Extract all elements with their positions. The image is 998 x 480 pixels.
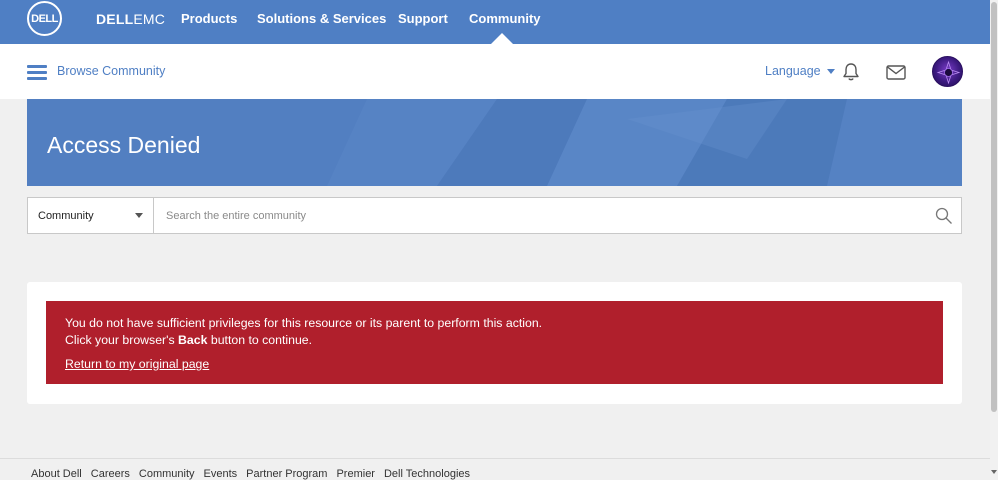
scrollbar-thumb[interactable] bbox=[991, 2, 997, 412]
nav-item-products[interactable]: Products bbox=[181, 11, 237, 26]
footer: About Dell Careers Community Events Part… bbox=[0, 458, 990, 480]
mail-icon[interactable] bbox=[886, 65, 906, 80]
community-subheader: Browse Community Language bbox=[0, 44, 990, 99]
alert-instruction: Click your browser's Back button to cont… bbox=[65, 333, 313, 347]
footer-links: About Dell Careers Community Events Part… bbox=[31, 468, 470, 480]
scroll-down-arrow-icon[interactable] bbox=[991, 470, 997, 474]
active-nav-caret bbox=[491, 33, 513, 44]
back-keyword: Back bbox=[178, 333, 208, 347]
footer-link-dell-technologies[interactable]: Dell Technologies bbox=[384, 468, 470, 480]
footer-link-about-dell[interactable]: About Dell bbox=[31, 468, 82, 480]
page-scrollbar[interactable] bbox=[990, 0, 998, 480]
bell-icon[interactable] bbox=[841, 62, 861, 82]
language-label: Language bbox=[765, 64, 821, 78]
dellemc-brand[interactable]: DELLEMC bbox=[96, 11, 165, 27]
footer-link-partner-program[interactable]: Partner Program bbox=[246, 468, 327, 480]
access-denied-alert: You do not have sufficient privileges fo… bbox=[46, 301, 943, 384]
top-navigation-bar: DELL DELLEMC Products Solutions & Servic… bbox=[0, 0, 990, 44]
footer-link-premier[interactable]: Premier bbox=[336, 468, 375, 480]
dell-logo[interactable]: DELL bbox=[27, 1, 62, 36]
return-original-page-link[interactable]: Return to my original page bbox=[65, 356, 209, 373]
dell-logo-text: DELL bbox=[31, 12, 58, 25]
page-title: Access Denied bbox=[47, 132, 201, 158]
search-scope-dropdown[interactable]: Community bbox=[28, 198, 154, 233]
footer-link-community[interactable]: Community bbox=[139, 468, 195, 480]
search-icon[interactable] bbox=[935, 207, 953, 225]
hero-banner: Access Denied bbox=[27, 99, 962, 186]
content-card: You do not have sufficient privileges fo… bbox=[27, 282, 962, 404]
search-scope-value: Community bbox=[38, 209, 94, 222]
nav-item-community[interactable]: Community bbox=[469, 11, 541, 26]
avatar[interactable] bbox=[932, 56, 963, 87]
nav-item-support[interactable]: Support bbox=[398, 11, 448, 26]
footer-link-events[interactable]: Events bbox=[204, 468, 238, 480]
menu-icon[interactable] bbox=[27, 65, 47, 81]
chevron-down-icon bbox=[135, 213, 143, 218]
brand-light: EMC bbox=[133, 11, 166, 27]
brand-bold: DELL bbox=[96, 11, 134, 27]
browse-community-link[interactable]: Browse Community bbox=[57, 64, 165, 78]
language-selector[interactable]: Language bbox=[765, 64, 835, 78]
caret-down-icon bbox=[826, 68, 835, 74]
footer-link-careers[interactable]: Careers bbox=[91, 468, 130, 480]
avatar-pattern bbox=[936, 60, 961, 85]
nav-item-solutions-services[interactable]: Solutions & Services bbox=[257, 11, 386, 26]
alert-message: You do not have sufficient privileges fo… bbox=[65, 316, 543, 330]
search-bar: Community bbox=[27, 197, 962, 234]
search-input[interactable] bbox=[155, 198, 925, 233]
